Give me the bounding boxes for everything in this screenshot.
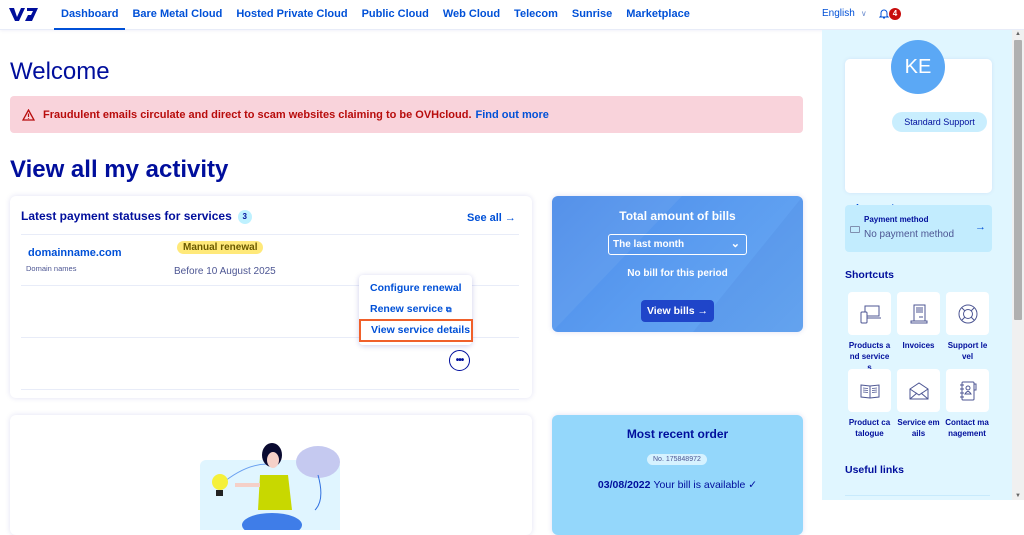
order-date: 03/08/2022 (597, 479, 651, 491)
ovhcloud-logo[interactable] (8, 5, 40, 23)
lifebuoy-icon (958, 304, 977, 323)
contact-book-icon (959, 381, 976, 400)
language-label: English (822, 8, 855, 19)
period-select[interactable]: The last month ⌄ (608, 234, 747, 255)
arrow-right-icon: → (504, 212, 516, 224)
payment-statuses-title: Latest payment statuses for services 3 (21, 209, 252, 224)
nav-telecom[interactable]: Telecom (507, 0, 565, 30)
see-all-link[interactable]: See all → (467, 212, 516, 224)
scroll-down-arrow-icon[interactable]: ▼ (1015, 493, 1021, 499)
order-status-text: Your bill is available (653, 479, 746, 491)
language-selector[interactable]: English ∨ (822, 0, 867, 28)
shortcut-support-level[interactable]: Support level (946, 292, 989, 362)
nav-dashboard[interactable]: Dashboard (54, 0, 126, 30)
notifications-button[interactable]: 4 (879, 7, 903, 21)
service-name-link[interactable]: domainname.com (28, 247, 122, 259)
shortcut-label: Invoices (902, 341, 935, 350)
payment-statuses-title-text: Latest payment statuses for services (21, 209, 232, 223)
fraud-alert-banner: Fraudulent emails circulate and direct t… (10, 96, 803, 133)
nav-web-cloud[interactable]: Web Cloud (436, 0, 507, 30)
service-actions-button[interactable]: ••• (449, 350, 470, 371)
renewal-due-date: Before 10 August 2025 (174, 266, 276, 277)
order-number-badge: No. 175848972 (647, 454, 707, 465)
shortcut-products-and-services[interactable]: Products and services (848, 292, 891, 373)
avatar: KE (891, 40, 945, 94)
chevron-down-icon: ⌄ (730, 238, 740, 250)
shortcut-label: Product catalogue (848, 418, 891, 438)
person-illustration (200, 443, 340, 530)
renew-service-label: Renew service (370, 303, 443, 315)
order-status: 03/08/2022 Your bill is available ✓ (552, 479, 803, 491)
nav-marketplace[interactable]: Marketplace (619, 0, 697, 30)
main-content: Welcome Fraudulent emails circulate and … (0, 30, 822, 535)
nav-public-cloud[interactable]: Public Cloud (355, 0, 436, 30)
period-value: The last month (613, 239, 685, 250)
recent-order-title: Most recent order (626, 427, 729, 441)
invoice-icon (910, 304, 927, 323)
shortcut-invoices[interactable]: Invoices (897, 292, 940, 351)
see-all-label: See all (467, 212, 502, 224)
shortcuts-heading: Shortcuts (845, 269, 895, 281)
arrow-right-icon: → (697, 305, 709, 317)
support-level-badge: Standard Support (892, 112, 987, 132)
payment-method-link[interactable]: Payment method No payment method → (845, 205, 992, 252)
shortcut-label: Service emails (897, 418, 940, 438)
services-count-badge: 3 (237, 209, 252, 224)
nav-sunrise[interactable]: Sunrise (565, 0, 619, 30)
divider (845, 495, 990, 496)
warning-icon (22, 108, 35, 121)
view-bills-button[interactable]: View bills → (641, 300, 714, 322)
more-icon: ••• (455, 355, 464, 366)
renewal-status-tag: Manual renewal (177, 241, 264, 254)
view-bills-label: View bills (646, 305, 695, 317)
credit-card-icon (850, 226, 860, 233)
shortcut-label: Support level (947, 341, 988, 361)
account-sidebar: Standard Support Log out KE Payment meth… (822, 30, 1012, 500)
find-out-more-link[interactable]: Find out more (476, 109, 549, 121)
divider (21, 234, 519, 235)
notification-count-badge: 4 (889, 8, 901, 20)
bell-icon (879, 9, 889, 19)
service-actions-menu: Configure renewal Renew service ⧉ View s… (359, 275, 473, 345)
shortcut-product-catalogue[interactable]: Product catalogue (848, 369, 891, 439)
alert-text: Fraudulent emails circulate and direct t… (43, 108, 472, 121)
page-scrollbar[interactable]: ▲ ▼ (1012, 30, 1024, 500)
nav-hosted-private-cloud[interactable]: Hosted Private Cloud (229, 0, 354, 30)
nav-bare-metal-cloud[interactable]: Bare Metal Cloud (125, 0, 229, 30)
shortcut-contact-management[interactable]: Contact management (945, 369, 989, 439)
book-icon (860, 383, 879, 399)
bills-title: Total amount of bills (619, 209, 736, 223)
menu-item-configure-renewal[interactable]: Configure renewal (370, 282, 462, 294)
menu-item-view-service-details[interactable]: View service details (359, 319, 473, 342)
main-nav: Dashboard Bare Metal Cloud Hosted Privat… (54, 0, 697, 30)
scroll-up-arrow-icon[interactable]: ▲ (1015, 31, 1021, 37)
scrollbar-thumb[interactable] (1014, 40, 1022, 320)
recent-order-card: Most recent order No. 175848972 03/08/20… (552, 415, 803, 535)
no-bill-message: No bill for this period (627, 268, 728, 279)
total-bills-card: Total amount of bills The last month ⌄ N… (552, 196, 803, 332)
activity-heading: View all my activity (10, 156, 229, 183)
shortcut-service-emails[interactable]: Service emails (897, 369, 940, 439)
service-type: Domain names (26, 264, 77, 273)
shortcut-label: Contact management (945, 418, 989, 438)
illustration-card (10, 415, 532, 535)
envelope-icon (909, 381, 928, 399)
menu-item-renew-service[interactable]: Renew service ⧉ (370, 303, 452, 315)
arrow-right-icon: → (975, 221, 986, 233)
check-icon: ✓ (748, 479, 758, 491)
external-link-icon: ⧉ (445, 305, 452, 314)
top-navigation-bar: Dashboard Bare Metal Cloud Hosted Privat… (0, 0, 1024, 30)
page-title: Welcome (10, 58, 110, 85)
chevron-down-icon: ∨ (860, 9, 867, 18)
payment-method-title: Payment method (864, 215, 929, 224)
divider (21, 389, 519, 390)
payment-method-value: No payment method (864, 229, 955, 240)
devices-icon (860, 305, 881, 323)
useful-links-heading: Useful links (845, 464, 904, 476)
